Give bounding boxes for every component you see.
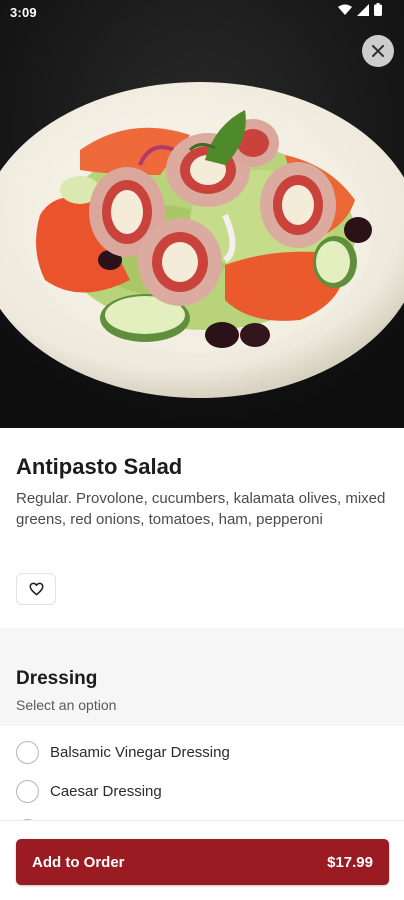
option-group-subtitle: Select an option [16,697,117,713]
status-bar: 3:09 [0,0,404,26]
close-button[interactable] [362,35,394,67]
wifi-icon [338,3,352,21]
option-label: Caesar Dressing [50,782,162,800]
option-balsamic-vinegar-dressing[interactable]: Balsamic Vinegar Dressing [16,737,388,767]
favorite-button[interactable] [16,573,56,605]
heart-outline-icon [29,582,43,596]
option-label: Balsamic Vinegar Dressing [50,743,230,761]
radio-button[interactable] [16,779,39,803]
close-icon [372,45,384,57]
add-to-order-button[interactable]: Add to Order $17.99 [16,839,389,885]
item-description: Regular. Provolone, cucumbers, kalamata … [16,490,386,528]
option-group-title: Dressing [16,668,98,689]
item-photo: 3:09 [0,0,404,428]
battery-icon [374,3,382,21]
option-caesar-dressing[interactable]: Caesar Dressing [16,776,388,806]
add-to-order-label: Add to Order [32,853,125,871]
antipasto-salad-image [0,0,404,428]
status-time: 3:09 [10,5,37,20]
order-footer: Add to Order $17.99 [0,820,404,900]
radio-button[interactable] [16,740,39,764]
item-name: Antipasto Salad [16,454,183,479]
price-label: $17.99 [327,853,373,871]
signal-icon [357,3,369,21]
